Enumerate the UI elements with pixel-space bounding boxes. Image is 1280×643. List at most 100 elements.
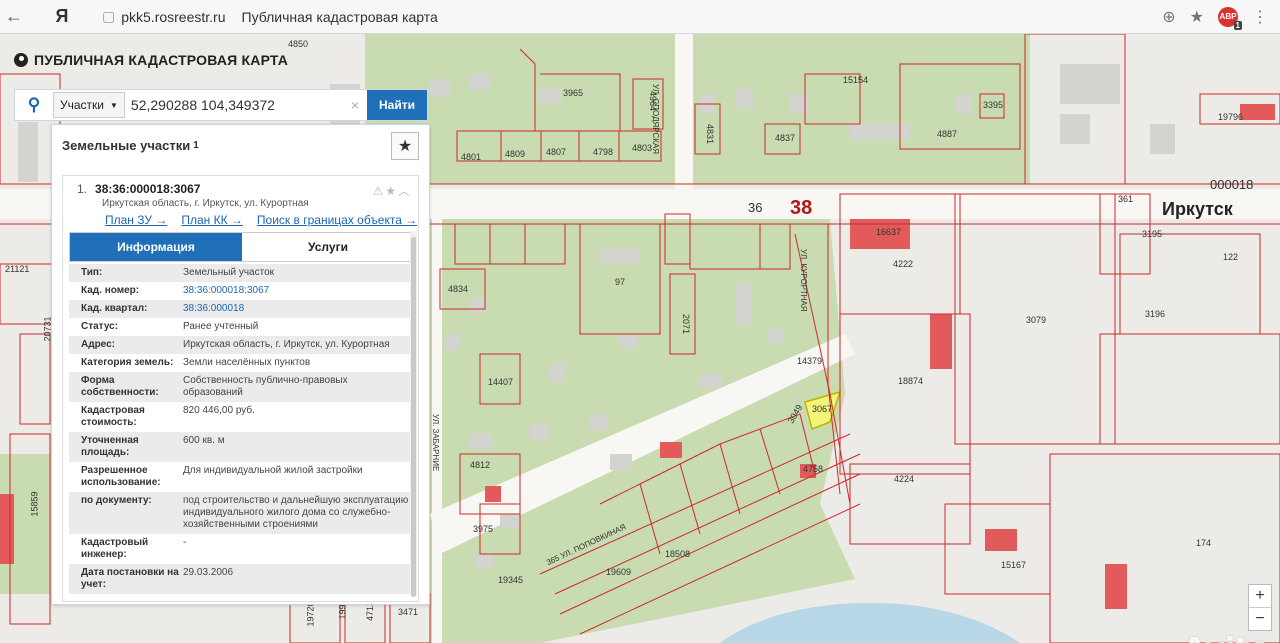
info-tabs: Информация Услуги: [69, 232, 415, 262]
table-row: Тип: Земельный участок: [69, 264, 413, 282]
search-bounds-link[interactable]: Поиск в границах объекта →: [257, 213, 417, 227]
parcel-number: 3067: [812, 404, 833, 414]
parcel-number: 4801: [461, 152, 482, 162]
parcel-number: 4803: [632, 143, 653, 153]
table-row: Адрес: Иркутская область, г. Иркутск, ул.…: [69, 336, 413, 354]
scrollbar[interactable]: [410, 231, 417, 597]
parcel-number: 3079: [1026, 315, 1047, 325]
address-bar[interactable]: ▢ pkk5.rosreestr.ru Публичная кадастрова…: [82, 4, 1162, 30]
back-icon[interactable]: ←: [0, 3, 28, 31]
table-row: Кад. номер: 38:36:000018:3067: [81, 285, 270, 296]
parcel-number: 3965: [563, 88, 584, 98]
zoom-out-button[interactable]: −: [1249, 607, 1271, 630]
zoom-in-button[interactable]: +: [1249, 585, 1271, 607]
parcel-number: 19796: [1218, 112, 1244, 122]
parcel-number: 2071: [681, 313, 692, 335]
parcel-number: 4812: [470, 460, 491, 470]
region-code: 38: [790, 197, 813, 219]
favorite-star-icon[interactable]: ★: [391, 132, 419, 160]
results-heading: Земельные участки 1: [62, 137, 199, 153]
parcel-number: 4758: [803, 464, 824, 474]
parcel-number: 19720: [305, 601, 316, 627]
parcel-number: 4224: [894, 474, 915, 484]
parcel-number: 19345: [498, 575, 524, 585]
parcel-number: 3395: [983, 100, 1004, 110]
street-label: УЛ. КУРОРТНАЯ: [799, 249, 808, 312]
table-row: Кадастровая стоимость: 820 446,00 руб.: [81, 405, 255, 428]
street-label: УЛ. ЗАБАРНИЕ: [431, 414, 440, 472]
parcel-number: 4837: [775, 133, 796, 143]
card-actions-icon[interactable]: ⚠★︿: [372, 182, 412, 199]
parcel-number: 16637: [876, 227, 902, 237]
parcel-number: 97: [615, 277, 626, 287]
result-card: 1. 38:36:000018:3067 Иркутская область, г…: [62, 175, 419, 602]
parcel-number: 14407: [488, 377, 514, 387]
scrollbar-thumb[interactable]: [411, 237, 416, 597]
yandex-icon[interactable]: Я: [48, 3, 76, 31]
table-row: Кадастровый инженер: -: [81, 537, 187, 560]
parcel-number: 4807: [546, 147, 567, 157]
parcel-number: 122: [1223, 252, 1239, 262]
table-row: Форма собственности: Собственность публич…: [69, 372, 413, 402]
zoom-control: + −: [1248, 584, 1272, 631]
app-title: ПУБЛИЧНАЯ КАДАСТРОВАЯ КАРТА: [34, 52, 289, 68]
parcel-number: 15859: [29, 491, 40, 517]
parcel-number: 4850: [288, 39, 309, 49]
translate-icon[interactable]: ⊕: [1162, 7, 1175, 27]
search-input[interactable]: 52,290288 104,349372: [131, 93, 351, 117]
parcel-number: 4887: [937, 129, 958, 139]
rosreestr-logo-icon: [14, 53, 28, 67]
table-row: Уточненная площадь: 600 кв. м: [69, 432, 413, 462]
table-row: Статус: Ранее учтенный: [81, 321, 259, 332]
parcel-number: 19609: [606, 567, 632, 577]
parcel-number: 361: [1118, 194, 1134, 204]
clear-icon[interactable]: ×: [351, 97, 359, 113]
parcel-number: 18508: [665, 549, 691, 559]
parcel-number: 174: [1196, 538, 1212, 548]
parcel-number: 4834: [448, 284, 469, 294]
plan-kk-link[interactable]: План КК →: [181, 213, 243, 227]
parcel-number: 3975: [473, 524, 494, 534]
plan-zu-link[interactable]: План ЗУ →: [105, 213, 167, 227]
parcel-number: 3195: [1142, 229, 1163, 239]
parcel-number: 14379: [797, 356, 823, 366]
table-row: по документу: под строительство и дальней…: [69, 492, 413, 534]
table-row: Кад. квартал: 38:36:000018: [69, 300, 413, 318]
parcel-number: 4222: [893, 259, 914, 269]
url-host: pkk5.rosreestr.ru: [121, 8, 226, 25]
result-address: Иркутская область, г. Иркутск, ул. Курор…: [102, 198, 309, 209]
parcel-number: 4809: [505, 149, 526, 159]
menu-icon[interactable]: ⋮: [1252, 7, 1268, 27]
adblock-icon[interactable]: ABP 1: [1218, 6, 1242, 30]
parcel-number: 4831: [705, 123, 716, 145]
results-panel: Земельные участки 1 ★ 1. 38:36:000018:3067…: [51, 124, 430, 605]
parcel-number: 18874: [898, 376, 924, 386]
find-button[interactable]: Найти: [367, 90, 427, 120]
parcel-number: 3471: [398, 607, 419, 617]
table-row: Разрешенное использование: Для индивидуал…: [81, 465, 363, 488]
quarter-number: 000018: [1210, 177, 1254, 192]
tab-services[interactable]: Услуги: [242, 233, 414, 261]
parcel-number: 4964: [648, 90, 659, 112]
browser-toolbar: ← Я ▢ pkk5.rosreestr.ru Публичная кадаст…: [0, 0, 1280, 34]
url-title: Публичная кадастровая карта: [241, 8, 438, 25]
search-bar: ⚲ Участки ▼ 52,290288 104,349372 × Найти: [14, 89, 428, 121]
parcel-number: 3196: [1145, 309, 1166, 319]
parcel-number: 4798: [593, 147, 614, 157]
table-row: Дата постановки на учет: 29.03.2006: [69, 564, 413, 594]
search-type-select[interactable]: Участки ▼: [53, 92, 125, 118]
table-row: Категория земель: Земли населённых пункто…: [81, 357, 311, 368]
attributes-table: Тип: Земельный участок Кад. номер: 38:36:0…: [69, 264, 413, 594]
tab-information[interactable]: Информация: [70, 233, 242, 261]
watermark-logo: Avito: [1183, 632, 1270, 643]
city-label: Иркутск: [1162, 199, 1233, 219]
result-links: План ЗУ → План КК → Поиск в границах объ…: [105, 213, 417, 227]
app-header: ПУБЛИЧНАЯ КАДАСТРОВАЯ КАРТА: [14, 52, 288, 68]
result-number[interactable]: 1. 38:36:000018:3067: [77, 182, 200, 196]
parcel-number: 21121: [5, 264, 30, 274]
search-icon[interactable]: ⚲: [15, 90, 53, 120]
parcel-number: 15154: [843, 75, 869, 85]
page-icon: ▢: [102, 8, 116, 24]
bookmark-star-icon[interactable]: ★: [1190, 7, 1204, 27]
parcel-number: 15167: [1001, 560, 1027, 570]
